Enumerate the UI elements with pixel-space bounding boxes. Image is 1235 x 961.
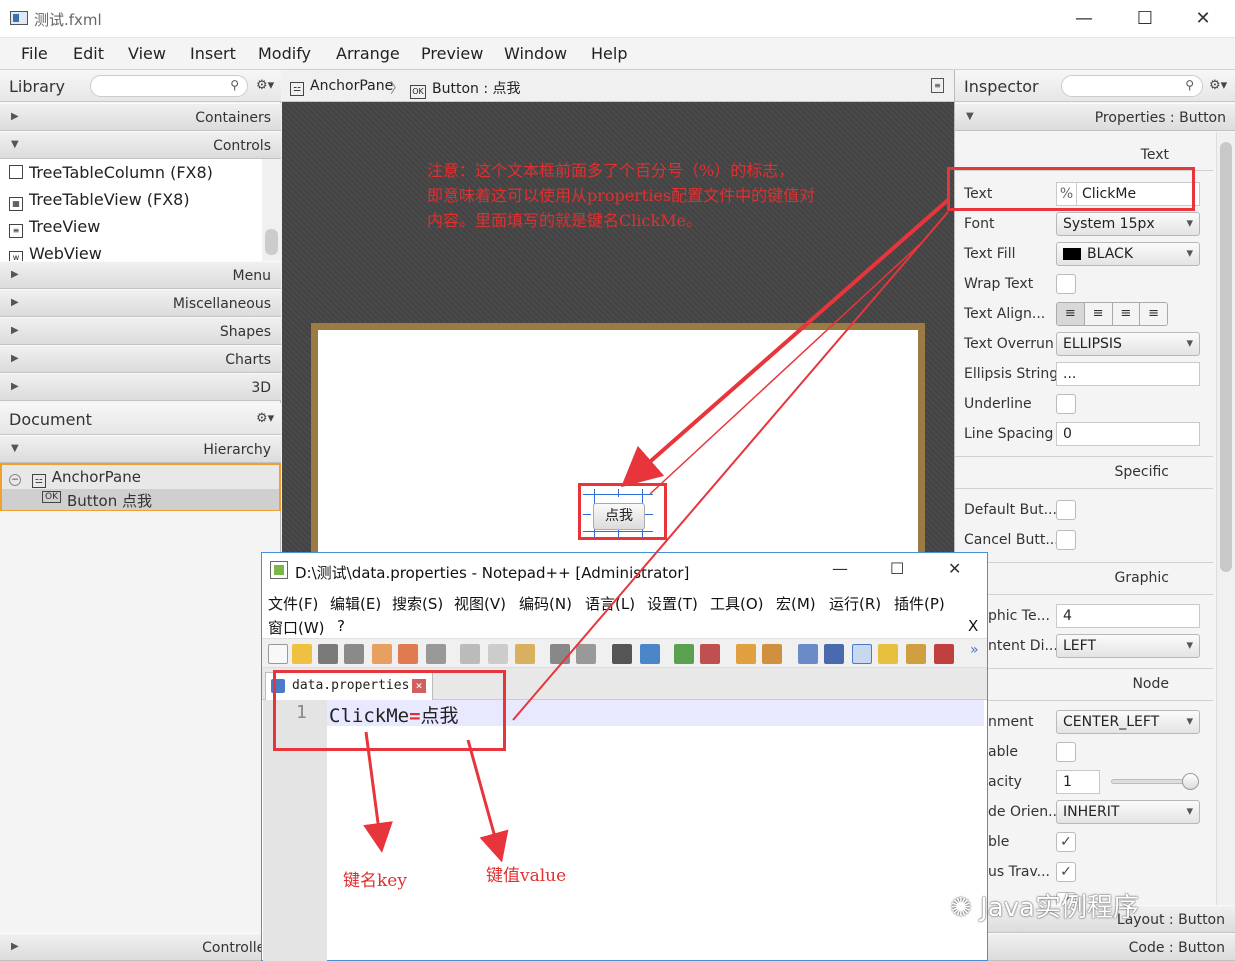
arrow-to-preview-button [620, 198, 950, 488]
arrow-line-thin [512, 211, 949, 721]
arrow-to-key-label [363, 731, 393, 853]
arrow-to-value-label [466, 739, 509, 863]
watermark: ✺ Java实例程序 [950, 887, 1139, 924]
annotation-arrows [363, 198, 950, 863]
arrow-line-thin [649, 243, 921, 495]
watermark-text: Java实例程序 [980, 893, 1139, 923]
wechat-icon: ✺ [950, 893, 981, 923]
